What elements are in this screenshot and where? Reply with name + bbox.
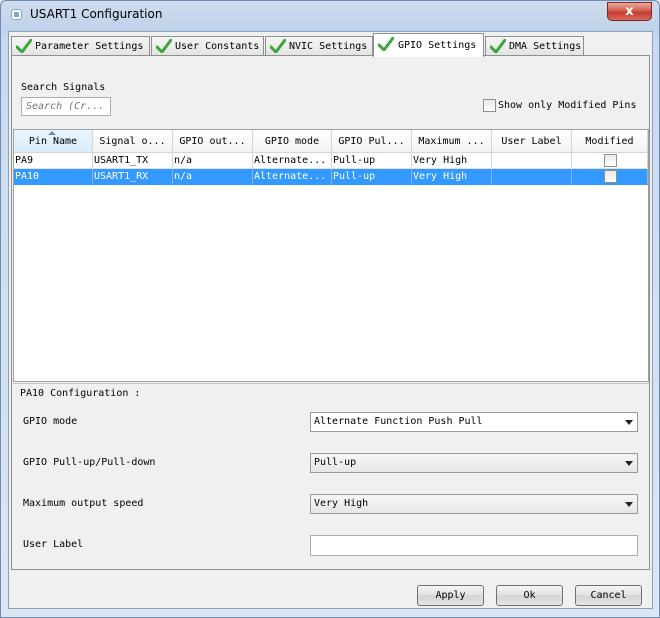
cell-gpio-output: n/a — [173, 169, 253, 185]
cell-max-speed: Very High — [412, 169, 492, 185]
column-header-modified[interactable]: Modified — [572, 130, 648, 153]
search-signals-label: Search Signals — [21, 82, 106, 93]
max-speed-select[interactable]: Very High — [310, 494, 638, 514]
max-speed-value: Very High — [314, 498, 369, 509]
green-check-icon — [270, 39, 286, 53]
column-header-gpio-output[interactable]: GPIO out... — [173, 130, 253, 153]
gpio-settings-panel: Search Signals Show only Modified Pins P… — [11, 55, 650, 570]
gpio-mode-label: GPIO mode — [23, 416, 78, 427]
cell-gpio-pull: Pull-up — [332, 153, 412, 169]
green-check-icon — [16, 39, 32, 53]
table-row[interactable]: PA10 USART1_RX n/a Alternate... Pull-up … — [14, 169, 648, 185]
cell-gpio-output: n/a — [173, 153, 253, 169]
gpio-pull-select[interactable]: Pull-up — [310, 453, 638, 473]
green-check-icon — [490, 39, 506, 53]
user-label-input[interactable] — [310, 535, 638, 556]
gpio-mode-value: Alternate Function Push Pull — [314, 416, 483, 427]
chevron-down-icon — [625, 461, 633, 466]
window-title: USART1 Configuration — [30, 7, 163, 21]
column-header-gpio-pull[interactable]: GPIO Pul... — [332, 130, 412, 153]
sort-ascending-icon — [48, 131, 56, 135]
cell-signal: USART1_TX — [93, 153, 173, 169]
cell-modified — [572, 153, 648, 169]
close-icon: x — [625, 4, 634, 19]
column-header-gpio-mode[interactable]: GPIO mode — [253, 130, 332, 153]
pin-table: Pin Name Signal o... GPIO out... GPIO mo… — [13, 129, 649, 382]
cell-gpio-pull: Pull-up — [332, 169, 412, 185]
chevron-down-icon — [625, 420, 633, 425]
cell-pin-name: PA9 — [14, 153, 93, 169]
column-header-user-label[interactable]: User Label — [492, 130, 572, 153]
modified-checkbox[interactable] — [604, 170, 617, 183]
divider — [13, 383, 649, 384]
gpio-pull-value: Pull-up — [314, 457, 357, 468]
config-section-title: PA10 Configuration : — [20, 388, 141, 399]
max-speed-label: Maximum output speed — [23, 498, 144, 509]
tab-user-constants[interactable]: User Constants — [151, 36, 264, 56]
green-check-icon — [156, 39, 172, 53]
cell-pin-name: PA10 — [14, 169, 93, 185]
cell-gpio-mode: Alternate... — [253, 153, 332, 169]
cell-signal: USART1_RX — [93, 169, 173, 185]
tab-label: DMA Settings — [509, 41, 582, 52]
column-header-pin-name[interactable]: Pin Name — [14, 130, 93, 153]
close-button[interactable]: x — [607, 2, 652, 21]
gpio-mode-select[interactable]: Alternate Function Push Pull — [310, 412, 638, 432]
search-input[interactable] — [21, 97, 111, 116]
tab-nvic-settings[interactable]: NVIC Settings — [265, 36, 373, 56]
chevron-down-icon — [625, 502, 633, 507]
cell-user-label — [492, 169, 572, 185]
app-icon — [11, 9, 22, 20]
tab-gpio-settings[interactable]: GPIO Settings — [373, 33, 484, 57]
table-row[interactable]: PA9 USART1_TX n/a Alternate... Pull-up V… — [14, 153, 648, 169]
title-bar[interactable]: USART1 Configuration x — [1, 1, 659, 29]
column-header-signal[interactable]: Signal o... — [93, 130, 173, 153]
apply-button[interactable]: Apply — [417, 585, 484, 606]
tab-label: NVIC Settings — [289, 41, 368, 52]
tab-label: Parameter Settings — [35, 41, 144, 52]
tab-dma-settings[interactable]: DMA Settings — [485, 36, 584, 56]
dialog-window: USART1 Configuration x Parameter Setting… — [0, 0, 660, 618]
modified-checkbox[interactable] — [604, 154, 617, 167]
tab-label: GPIO Settings — [398, 40, 477, 51]
show-modified-checkbox[interactable] — [483, 99, 496, 112]
column-header-max-speed[interactable]: Maximum ... — [412, 130, 492, 153]
cell-modified — [572, 169, 648, 185]
tab-label: User Constants — [175, 41, 260, 52]
show-modified-label: Show only Modified Pins — [498, 100, 637, 111]
tab-parameter-settings[interactable]: Parameter Settings — [11, 36, 150, 56]
cancel-button[interactable]: Cancel — [575, 585, 642, 606]
gpio-pull-label: GPIO Pull-up/Pull-down — [23, 457, 156, 468]
ok-button[interactable]: Ok — [496, 585, 563, 606]
user-label-label: User Label — [23, 539, 84, 550]
cell-user-label — [492, 153, 572, 169]
green-check-icon — [378, 37, 394, 51]
dialog-client-area: Parameter Settings User Constants NVIC S… — [8, 31, 653, 609]
cell-gpio-mode: Alternate... — [253, 169, 332, 185]
cell-max-speed: Very High — [412, 153, 492, 169]
